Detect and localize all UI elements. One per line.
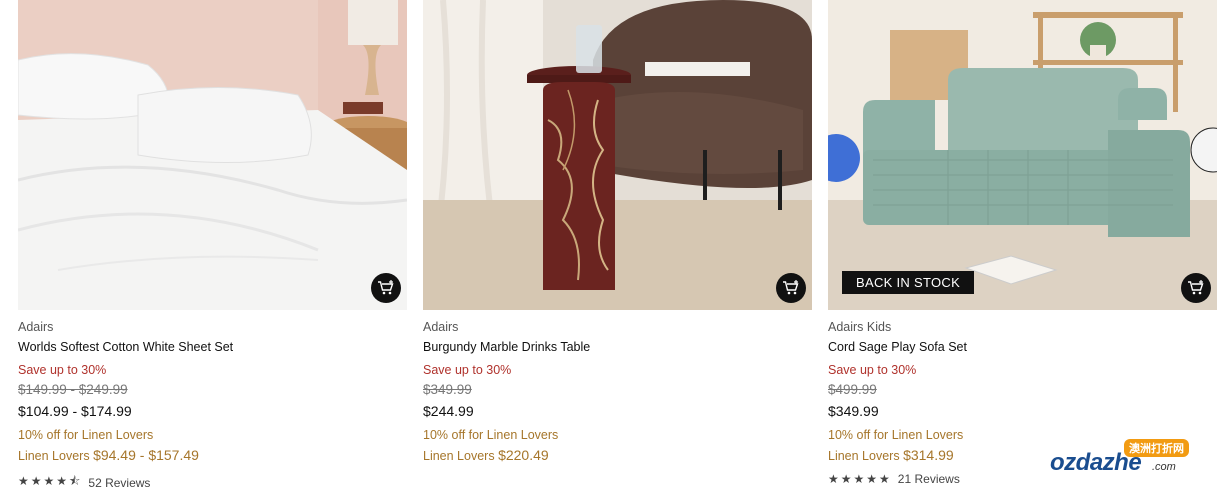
product-card-marble-table[interactable]: Adairs Burgundy Marble Drinks Table Save… [423, 0, 812, 464]
star-rating-icon: ★★★★⯪ [18, 474, 83, 488]
was-price: $499.99 [828, 382, 877, 397]
star-rating-icon: ★★★★★ [828, 472, 892, 486]
member-price: $220.49 [498, 447, 549, 463]
product-title[interactable]: Cord Sage Play Sofa Set [828, 339, 1217, 355]
member-price: $94.49 - $157.49 [93, 447, 199, 463]
was-price: $349.99 [423, 382, 472, 397]
member-promo: 10% off for Linen Lovers [18, 428, 154, 442]
current-price: $244.99 [423, 403, 474, 419]
member-promo: 10% off for Linen Lovers [423, 428, 559, 442]
member-price-line: Linen Lovers $94.49 - $157.49 [18, 447, 407, 464]
add-to-cart-icon [1188, 280, 1204, 295]
member-label: Linen Lovers [423, 449, 495, 463]
review-count: 21 Reviews [897, 472, 960, 486]
save-label: Save up to 30% [18, 363, 107, 377]
add-to-cart-icon [783, 280, 799, 295]
product-card-sheet-set[interactable]: Adairs Worlds Softest Cotton White Sheet… [18, 0, 407, 493]
add-to-cart-button[interactable] [1181, 273, 1211, 303]
member-price: $314.99 [903, 447, 954, 463]
product-title[interactable]: Burgundy Marble Drinks Table [423, 339, 812, 355]
member-price-line: Linen Lovers $220.49 [423, 447, 812, 464]
member-label: Linen Lovers [18, 449, 90, 463]
watermark-domain: .com [1152, 461, 1176, 473]
add-to-cart-button[interactable] [371, 273, 401, 303]
add-to-cart-button[interactable] [776, 273, 806, 303]
product-brand: Adairs [423, 320, 459, 334]
watermark-logo: 澳洲打折网 ozdazhe .com [1040, 437, 1210, 485]
add-to-cart-icon [378, 280, 394, 295]
member-label: Linen Lovers [828, 449, 900, 463]
rating-summary[interactable]: ★★★★⯪ 52 Reviews [18, 472, 407, 493]
product-image-play-sofa[interactable]: BACK IN STOCK [828, 0, 1217, 310]
was-price: $149.99 - $249.99 [18, 382, 128, 397]
save-label: Save up to 30% [423, 363, 512, 377]
product-image-marble-table[interactable] [423, 0, 812, 310]
current-price: $104.99 - $174.99 [18, 403, 132, 419]
save-label: Save up to 30% [828, 363, 917, 377]
product-image-sheet-set[interactable] [18, 0, 407, 310]
back-in-stock-badge: BACK IN STOCK [842, 271, 975, 294]
watermark-text: ozdazhe [1050, 449, 1142, 476]
product-title[interactable]: Worlds Softest Cotton White Sheet Set [18, 339, 407, 355]
product-brand: Adairs Kids [828, 320, 892, 334]
product-brand: Adairs [18, 320, 54, 334]
current-price: $349.99 [828, 403, 879, 419]
review-count: 52 Reviews [88, 475, 151, 490]
product-card-play-sofa[interactable]: BACK IN STOCK Adairs Kids Cord Sage Play… [828, 0, 1217, 486]
